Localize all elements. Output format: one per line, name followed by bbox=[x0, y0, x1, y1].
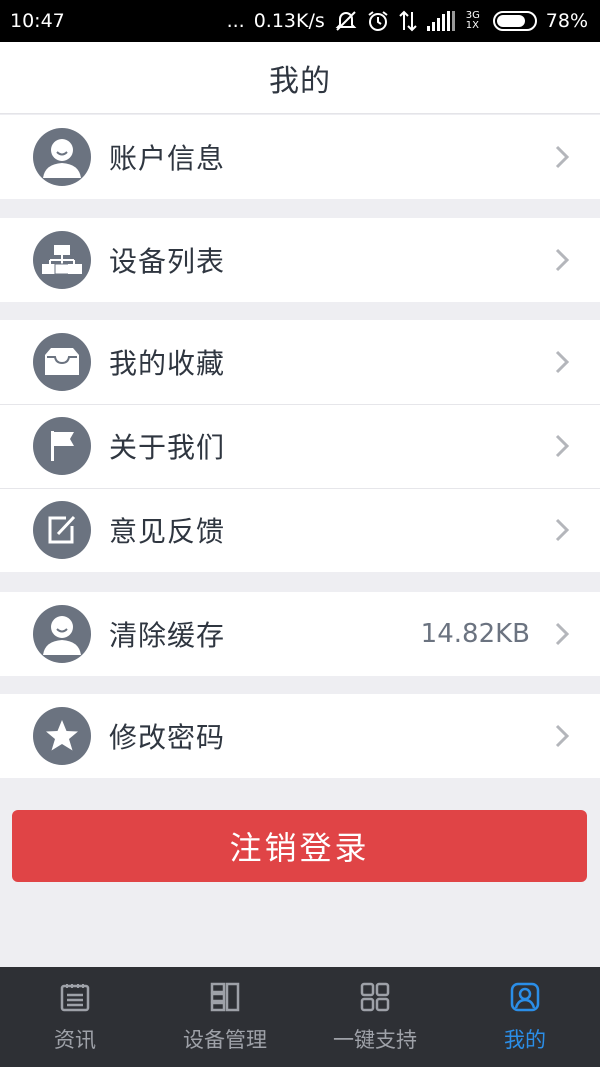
menu-label: 清除缓存 bbox=[109, 619, 226, 652]
chevron-right-icon bbox=[554, 517, 570, 543]
tab-label: 我的 bbox=[504, 1027, 546, 1052]
menu-item-clear-cache[interactable]: 清除缓存 14.82KB bbox=[0, 592, 600, 676]
signal-icon bbox=[426, 11, 457, 31]
flag-icon bbox=[33, 417, 91, 475]
mute-icon bbox=[334, 10, 358, 32]
menu-item-favorites[interactable]: 我的收藏 bbox=[0, 320, 600, 404]
menu-item-about-us[interactable]: 关于我们 bbox=[0, 404, 600, 488]
status-bar: 10:47 ... 0.13K/s 3G 1X 78% bbox=[0, 0, 600, 42]
alarm-icon bbox=[367, 10, 389, 32]
tab-mine[interactable]: 我的 bbox=[450, 967, 600, 1067]
tab-news[interactable]: 资讯 bbox=[0, 967, 150, 1067]
menu-label: 关于我们 bbox=[109, 431, 226, 464]
device-manage-icon bbox=[209, 981, 241, 1018]
network-speed: 0.13K/s bbox=[253, 10, 325, 32]
status-time: 10:47 bbox=[10, 10, 65, 32]
chevron-right-icon bbox=[554, 723, 570, 749]
chevron-right-icon bbox=[554, 349, 570, 375]
tab-one-click-support[interactable]: 一键支持 bbox=[300, 967, 450, 1067]
page-title: 我的 bbox=[269, 63, 331, 99]
user-icon bbox=[33, 605, 91, 663]
status-icons: ... 0.13K/s 3G 1X 78% bbox=[227, 10, 588, 32]
tab-device-management[interactable]: 设备管理 bbox=[150, 967, 300, 1067]
device-list-icon bbox=[33, 231, 91, 289]
profile-icon bbox=[509, 981, 541, 1018]
star-icon bbox=[33, 707, 91, 765]
battery-percent: 78% bbox=[545, 10, 588, 32]
bottom-nav: 资讯 设备管理 一键支持 我的 bbox=[0, 967, 600, 1067]
status-dots: ... bbox=[226, 10, 245, 32]
menu-item-feedback[interactable]: 意见反馈 bbox=[0, 488, 600, 572]
tab-label: 资讯 bbox=[54, 1027, 96, 1052]
menu-group-misc: 我的收藏 关于我们 意见反馈 bbox=[0, 320, 600, 572]
menu-group-devices: 设备列表 bbox=[0, 218, 600, 302]
chevron-right-icon bbox=[554, 144, 570, 170]
network-type: 3G 1X bbox=[465, 10, 480, 31]
menu-label: 我的收藏 bbox=[109, 347, 226, 380]
battery-fill bbox=[496, 15, 525, 27]
menu-label: 设备列表 bbox=[109, 245, 226, 278]
chevron-right-icon bbox=[554, 621, 570, 647]
tab-label: 一键支持 bbox=[333, 1027, 417, 1052]
tray-icon bbox=[33, 333, 91, 391]
tab-label: 设备管理 bbox=[183, 1027, 267, 1052]
page-header: 我的 bbox=[0, 42, 600, 114]
menu-group-account: 账户信息 bbox=[0, 115, 600, 199]
data-transfer-icon bbox=[398, 10, 418, 32]
chevron-right-icon bbox=[554, 247, 570, 273]
news-icon bbox=[59, 981, 91, 1018]
menu-group-cache: 清除缓存 14.82KB bbox=[0, 592, 600, 676]
menu-item-change-password[interactable]: 修改密码 bbox=[0, 694, 600, 778]
user-icon bbox=[33, 128, 91, 186]
menu-group-password: 修改密码 bbox=[0, 694, 600, 778]
menu-label: 账户信息 bbox=[109, 142, 226, 175]
menu-label: 修改密码 bbox=[109, 721, 226, 754]
grid-icon bbox=[359, 981, 391, 1018]
cache-size: 14.82KB bbox=[420, 619, 530, 649]
menu-item-device-list[interactable]: 设备列表 bbox=[0, 218, 600, 302]
chevron-right-icon bbox=[554, 433, 570, 459]
menu-item-account-info[interactable]: 账户信息 bbox=[0, 115, 600, 199]
menu-label: 意见反馈 bbox=[109, 515, 226, 548]
battery-icon bbox=[492, 11, 537, 31]
edit-icon bbox=[33, 501, 91, 559]
logout-button[interactable]: 注销登录 bbox=[12, 810, 587, 882]
